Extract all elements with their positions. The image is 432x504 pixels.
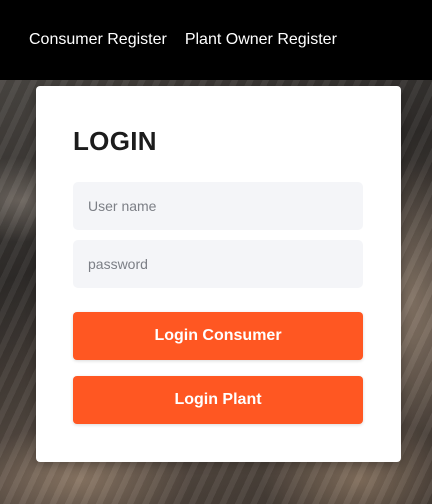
login-plant-button[interactable]: Login Plant <box>73 376 363 424</box>
consumer-register-link[interactable]: Consumer Register <box>29 31 167 49</box>
top-navbar: Consumer Register Plant Owner Register <box>0 0 432 80</box>
username-input[interactable] <box>73 182 363 230</box>
login-consumer-button[interactable]: Login Consumer <box>73 312 363 360</box>
login-card: LOGIN Login Consumer Login Plant <box>36 86 401 462</box>
password-input[interactable] <box>73 240 363 288</box>
plant-owner-register-link[interactable]: Plant Owner Register <box>185 31 337 49</box>
page: Consumer Register Plant Owner Register L… <box>0 0 432 504</box>
login-title: LOGIN <box>73 126 157 156</box>
